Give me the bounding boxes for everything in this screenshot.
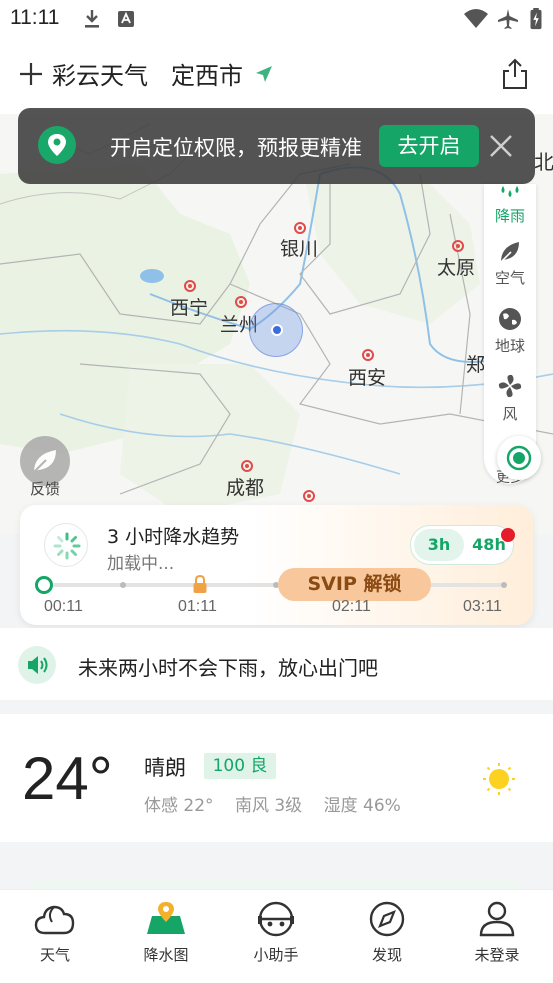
aqi-badge[interactable]: 100 良 bbox=[204, 753, 276, 779]
nav-rain-map[interactable]: 降水图 bbox=[121, 900, 211, 965]
app-header: 彩云天气 定西市 bbox=[0, 38, 553, 114]
user-icon bbox=[479, 901, 515, 937]
speaker-icon[interactable] bbox=[18, 646, 56, 684]
range-toggle: 3h 48h bbox=[410, 525, 514, 565]
nav-assistant-label: 小助手 bbox=[253, 946, 299, 964]
toggle-3h[interactable]: 3h bbox=[414, 529, 464, 561]
app-notification-icon bbox=[118, 11, 134, 27]
nav-rain-map-label: 降水图 bbox=[143, 946, 189, 964]
layer-wind-label: 风 bbox=[502, 405, 518, 423]
download-icon bbox=[85, 10, 99, 28]
toast-message: 开启定位权限，预报更精准 bbox=[110, 136, 362, 160]
airplane-icon bbox=[498, 9, 518, 29]
city-marker-yinchuan bbox=[294, 222, 306, 234]
loading-spinner-icon bbox=[44, 523, 88, 567]
add-city-icon[interactable] bbox=[19, 62, 43, 86]
timeline-tick bbox=[501, 582, 507, 588]
cloud-icon bbox=[34, 905, 75, 935]
city-name[interactable]: 定西市 bbox=[171, 56, 243, 91]
battery-charging-icon bbox=[530, 8, 542, 30]
wifi-icon bbox=[464, 9, 488, 28]
city-marker-xian bbox=[362, 349, 374, 361]
city-marker-chongqing bbox=[303, 490, 315, 502]
enable-location-button[interactable]: 去开启 bbox=[379, 125, 479, 167]
lock-icon bbox=[193, 574, 207, 593]
status-bar: 11:11 bbox=[0, 0, 553, 38]
sun-icon bbox=[483, 763, 515, 795]
svip-unlock-button[interactable]: SVIP 解锁 bbox=[278, 568, 431, 601]
wind-info: 南风 3级 bbox=[234, 796, 303, 816]
layer-rain[interactable]: 降雨 bbox=[484, 180, 536, 226]
app-title: 彩云天气 bbox=[52, 62, 148, 90]
location-pin-icon bbox=[38, 126, 76, 164]
close-icon[interactable] bbox=[488, 133, 514, 159]
time-label: 03:11 bbox=[463, 598, 502, 615]
more-layers-button[interactable] bbox=[497, 436, 541, 480]
notification-dot bbox=[501, 528, 515, 542]
status-time: 11:11 bbox=[10, 6, 60, 29]
city-label-xining: 西宁 bbox=[170, 297, 209, 319]
notice-text: 未来两小时不会下雨，放心出门吧 bbox=[78, 656, 378, 680]
feedback-button[interactable]: 反馈 bbox=[18, 436, 72, 500]
current-location-dot bbox=[271, 324, 283, 336]
city-marker-xining bbox=[184, 280, 196, 292]
layer-rain-label: 降雨 bbox=[494, 207, 525, 225]
city-label-xian: 西安 bbox=[348, 367, 387, 389]
city-marker-taiyuan bbox=[452, 240, 464, 252]
time-label: 01:11 bbox=[178, 598, 217, 615]
layer-globe[interactable]: 地球 bbox=[484, 306, 536, 356]
city-label-zhengzhou: 郑 bbox=[466, 354, 486, 376]
rain-notice: 未来两小时不会下雨，放心出门吧 bbox=[0, 628, 553, 700]
city-marker-lanzhou bbox=[235, 296, 247, 308]
layer-globe-label: 地球 bbox=[494, 337, 525, 355]
feedback-label: 反馈 bbox=[29, 480, 60, 498]
city-label-chengdu: 成都 bbox=[226, 477, 265, 499]
compass-icon bbox=[369, 901, 405, 937]
trend-status: 加载中... bbox=[107, 554, 175, 574]
location-arrow-icon bbox=[256, 66, 272, 82]
feels-like: 体感 22° bbox=[144, 796, 214, 816]
nav-profile[interactable]: 未登录 bbox=[452, 900, 542, 965]
trend-title: 3 小时降水趋势 bbox=[107, 526, 240, 548]
target-icon bbox=[506, 445, 532, 471]
location-permission-toast: 开启定位权限，预报更精准 去开启 bbox=[18, 108, 535, 184]
layer-air-label: 空气 bbox=[494, 269, 525, 287]
share-icon[interactable] bbox=[501, 58, 529, 90]
fan-icon bbox=[498, 374, 522, 398]
rain-trend-card: 3 小时降水趋势 加载中... 3h 48h SVIP 解锁 00:11 01:… bbox=[20, 505, 533, 625]
layer-wind[interactable]: 风 bbox=[484, 372, 536, 424]
timeline-tick bbox=[120, 582, 126, 588]
city-label-north-partial: 北 bbox=[534, 150, 553, 174]
nav-profile-label: 未登录 bbox=[474, 946, 520, 964]
timeline-slider-handle[interactable] bbox=[35, 576, 53, 594]
nav-discover-label: 发现 bbox=[371, 946, 402, 964]
leaf-icon bbox=[500, 242, 519, 263]
time-label: 00:11 bbox=[44, 598, 83, 615]
time-label: 02:11 bbox=[332, 598, 371, 615]
current-temperature: 24° bbox=[22, 745, 113, 812]
globe-icon bbox=[499, 308, 521, 330]
nav-discover[interactable]: 发现 bbox=[342, 900, 432, 965]
weather-condition: 晴朗 bbox=[144, 756, 186, 780]
city-label-taiyuan: 太原 bbox=[437, 257, 476, 279]
nav-assistant[interactable]: 小助手 bbox=[231, 900, 321, 965]
city-marker-chengdu bbox=[241, 460, 253, 472]
rain-map-icon bbox=[147, 902, 185, 934]
weather-details: 体感 22° 南风 3级 湿度 46% bbox=[144, 791, 417, 816]
nav-weather[interactable]: 天气 bbox=[10, 900, 100, 965]
layer-air[interactable]: 空气 bbox=[484, 240, 536, 288]
assistant-icon bbox=[258, 901, 294, 937]
city-label-yinchuan: 银川 bbox=[280, 238, 319, 260]
current-weather[interactable]: 24° 晴朗 100 良 体感 22° 南风 3级 湿度 46% bbox=[0, 714, 553, 842]
nav-weather-label: 天气 bbox=[39, 946, 70, 964]
bottom-navigation: 天气 降水图 小助手 发现 未登录 bbox=[0, 889, 553, 983]
rain-drops-icon bbox=[501, 186, 519, 197]
humidity: 湿度 46% bbox=[323, 796, 401, 816]
